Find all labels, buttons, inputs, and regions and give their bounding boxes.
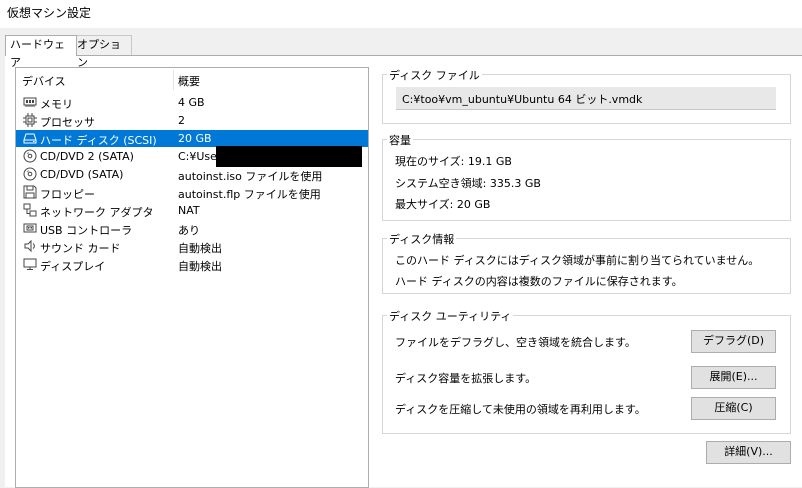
disk-file-path-field[interactable]: C:¥too¥vm_ubuntu¥Ubuntu 64 ビット.vmdk <box>396 87 776 110</box>
device-summary: 20 GB <box>178 132 212 145</box>
device-list[interactable]: デバイス 概要 メモリ 4 GB プロセッサ 2 ハード ディスク (SCSI)… <box>15 67 369 488</box>
device-row-network[interactable]: ネットワーク アダプタ NAT <box>16 202 368 219</box>
defrag-description: ファイルをデフラグし、空き領域を統合します。 <box>395 336 636 349</box>
device-row-usb[interactable]: USB コントローラ あり <box>16 220 368 237</box>
column-header-summary[interactable]: 概要 <box>178 73 200 89</box>
current-size-text: 現在のサイズ: 19.1 GB <box>395 155 512 168</box>
device-row-memory[interactable]: メモリ 4 GB <box>16 94 368 111</box>
device-summary: 4 GB <box>178 96 205 109</box>
device-summary: autoinst.flp ファイルを使用 <box>178 188 321 201</box>
defrag-button[interactable]: デフラグ(D) <box>691 330 776 353</box>
cd-dvd-icon <box>23 167 37 181</box>
disk-file-path: C:¥too¥vm_ubuntu¥Ubuntu 64 ビット.vmdk <box>402 93 643 106</box>
advanced-button[interactable]: 詳細(V)... <box>706 441 791 464</box>
device-name: ディスプレイ <box>40 260 106 273</box>
memory-icon <box>23 95 37 109</box>
column-separator[interactable] <box>173 70 174 90</box>
device-list-header: デバイス 概要 <box>16 68 368 92</box>
tab-options[interactable]: オプション <box>72 35 132 69</box>
hard-disk-icon <box>23 131 37 145</box>
device-name: CD/DVD 2 (SATA) <box>40 150 134 163</box>
title-bar: 仮想マシン設定 <box>0 0 802 28</box>
device-name: サウンド カード <box>40 242 121 255</box>
device-name: メモリ <box>40 98 73 111</box>
disk-info-line-2: ハード ディスクの内容は複数のファイルに保存されます。 <box>395 275 683 288</box>
device-name: USB コントローラ <box>40 224 133 237</box>
device-summary: C:¥Use <box>178 150 217 163</box>
display-icon <box>23 257 37 271</box>
capacity-label: 容量 <box>387 132 413 148</box>
disk-utility-label: ディスク ユーティリティ <box>387 308 514 324</box>
device-row-processor[interactable]: プロセッサ 2 <box>16 112 368 129</box>
device-name: CD/DVD (SATA) <box>40 168 124 181</box>
max-size-text: 最大サイズ: 20 GB <box>395 198 491 211</box>
device-summary: 自動検出 <box>178 260 222 273</box>
expand-button[interactable]: 展開(E)... <box>691 366 776 389</box>
device-row-sound[interactable]: サウンド カード 自動検出 <box>16 238 368 255</box>
compact-button[interactable]: 圧縮(C) <box>691 397 776 420</box>
processor-icon <box>23 113 37 127</box>
cd-dvd-icon <box>23 149 37 163</box>
tab-hardware[interactable]: ハードウェア <box>5 35 77 69</box>
system-free-text: システム空き領域: 335.3 GB <box>395 177 541 190</box>
column-header-device[interactable]: デバイス <box>22 73 66 89</box>
device-summary: 自動検出 <box>178 242 222 255</box>
redaction-block <box>216 146 362 167</box>
sound-icon <box>23 239 37 253</box>
device-summary: autoinst.iso ファイルを使用 <box>178 170 323 183</box>
device-row-cd-dvd[interactable]: CD/DVD (SATA) autoinst.iso ファイルを使用 <box>16 166 368 183</box>
device-name: ネットワーク アダプタ <box>40 206 154 219</box>
device-row-floppy[interactable]: フロッピー autoinst.flp ファイルを使用 <box>16 184 368 201</box>
device-summary: 2 <box>178 114 185 127</box>
device-name: ハード ディスク (SCSI) <box>40 134 157 147</box>
disk-file-label: ディスク ファイル <box>387 67 482 83</box>
usb-icon <box>23 221 37 235</box>
device-name: フロッピー <box>40 188 95 201</box>
disk-info-label: ディスク情報 <box>387 231 457 247</box>
device-row-display[interactable]: ディスプレイ 自動検出 <box>16 256 368 273</box>
floppy-icon <box>23 185 37 199</box>
disk-info-line-1: このハード ディスクにはディスク領域が事前に割り当てられていません。 <box>395 254 760 267</box>
expand-description: ディスク容量を拡張します。 <box>395 372 537 385</box>
window-title: 仮想マシン設定 <box>7 6 92 20</box>
network-icon <box>23 203 37 217</box>
device-row-cd-dvd-2[interactable]: CD/DVD 2 (SATA) C:¥Use <box>16 146 368 167</box>
compact-description: ディスクを圧縮して未使用の領域を再利用します。 <box>395 403 646 416</box>
device-summary: NAT <box>178 204 200 217</box>
device-row-hard-disk[interactable]: ハード ディスク (SCSI) 20 GB <box>16 130 368 147</box>
device-summary: あり <box>178 224 200 237</box>
device-name: プロセッサ <box>40 116 95 129</box>
